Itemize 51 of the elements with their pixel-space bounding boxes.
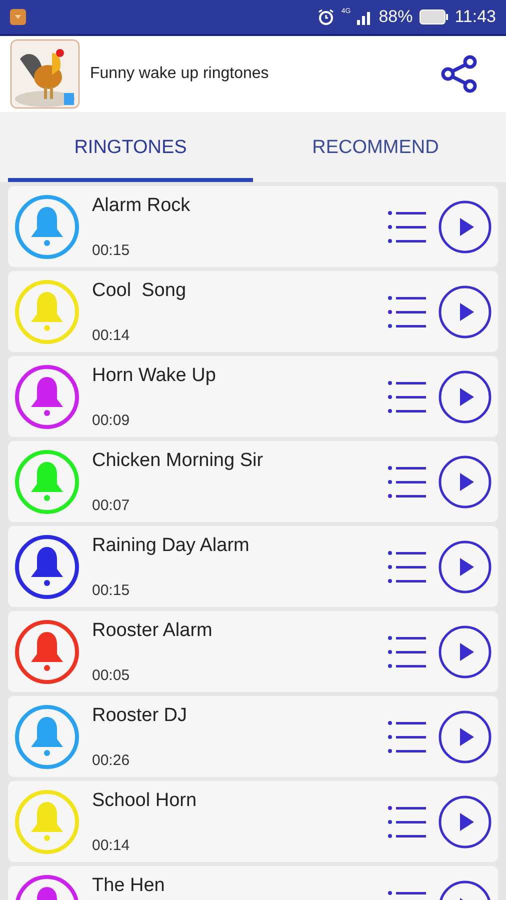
play-button[interactable]: [438, 540, 492, 594]
play-button[interactable]: [438, 794, 492, 848]
menu-icon[interactable]: [388, 550, 426, 584]
ringtone-name: Alarm Rock: [92, 194, 192, 216]
ringtone-duration: 00:15: [92, 582, 131, 598]
tab[interactable]: RINGTONES: [8, 112, 253, 182]
battery-icon: [418, 9, 449, 25]
ringtone-duration: 00:05: [92, 666, 131, 684]
ringtone-card[interactable]: Rooster DJ 00:26: [8, 696, 498, 777]
menu-icon[interactable]: [388, 380, 426, 414]
ringtone-name: School Horn: [92, 790, 198, 812]
ringtone-name: Rooster DJ: [92, 704, 188, 726]
play-button[interactable]: [438, 624, 492, 678]
play-button[interactable]: [438, 200, 492, 254]
notification-icon: [10, 9, 26, 25]
ringtone-card[interactable]: Horn Wake Up 00:09: [8, 356, 498, 437]
ringtone-card[interactable]: The Hen: [8, 866, 498, 900]
ringtone-card[interactable]: School Horn 00:14: [8, 781, 498, 862]
ringtone-duration: 00:07: [92, 496, 131, 514]
alarm-icon: [317, 8, 336, 26]
signal-icon: [356, 9, 373, 25]
app-title: Funny wake up ringtones: [90, 65, 270, 83]
ringtone-card[interactable]: Raining Day Alarm 00:15: [8, 526, 498, 607]
ringtone-duration: 00:26: [92, 752, 131, 768]
menu-icon[interactable]: [388, 294, 426, 328]
ringtone-name: Chicken Morning Sir: [92, 450, 264, 472]
battery-percent: 88%: [378, 7, 413, 27]
clock-time: 11:43: [454, 7, 496, 27]
play-button[interactable]: [438, 454, 492, 508]
ringtone-card[interactable]: Chicken Morning Sir 00:07: [8, 441, 498, 522]
tab[interactable]: RECOMMEND: [253, 112, 498, 182]
ringtone-card[interactable]: Rooster Alarm 00:05: [8, 611, 498, 692]
ringtone-card[interactable]: Cool Song 00:14: [8, 271, 498, 352]
play-button[interactable]: [438, 370, 492, 424]
play-button[interactable]: [438, 710, 492, 764]
menu-icon[interactable]: [388, 720, 426, 754]
ringtone-name: Rooster Alarm: [92, 620, 214, 642]
ringtone-duration: 00:14: [92, 326, 131, 344]
ringtone-duration: 00:15: [92, 242, 131, 258]
menu-icon[interactable]: [388, 464, 426, 498]
menu-icon[interactable]: [388, 634, 426, 668]
ringtone-name: The Hen: [92, 874, 166, 896]
ringtone-name: Raining Day Alarm: [92, 534, 250, 556]
ringtone-name: Horn Wake Up: [92, 364, 217, 386]
play-button[interactable]: [438, 284, 492, 338]
menu-icon[interactable]: [388, 804, 426, 838]
ringtone-duration: 00:14: [92, 836, 131, 854]
ringtone-name: Cool Song: [92, 280, 188, 302]
menu-icon[interactable]: [388, 210, 426, 244]
ringtone-card[interactable]: Alarm Rock 00:15: [8, 186, 498, 267]
ringtone-duration: 00:09: [92, 412, 131, 428]
